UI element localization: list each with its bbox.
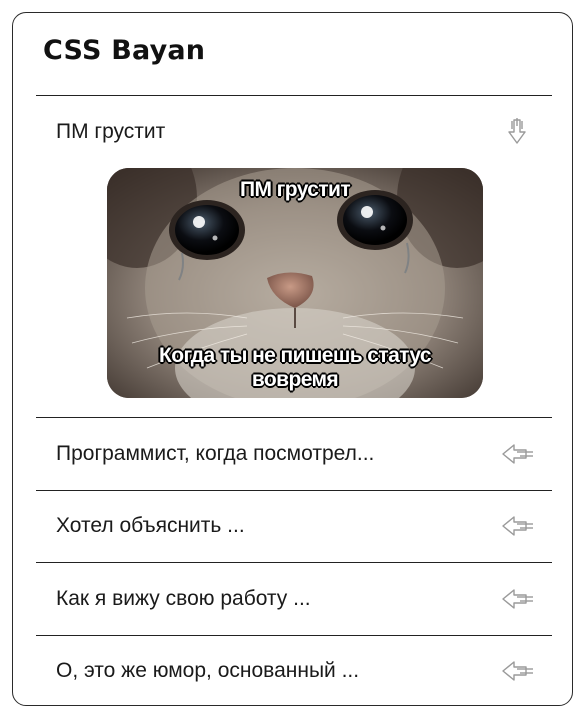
- meme-image: ПМ грустит Когда ты не пишешь статус вов…: [107, 168, 483, 398]
- accordion-item-label: Хотел объяснить ...: [56, 514, 245, 537]
- arrow-down-icon: [508, 118, 526, 144]
- arrow-left-icon: [502, 661, 533, 681]
- divider: [36, 635, 552, 636]
- arrow-left-icon: [502, 589, 533, 609]
- arrow-left-icon: [502, 516, 533, 536]
- accordion-item-label: ПМ грустит: [56, 120, 166, 143]
- meme-bottom-line-1: Когда ты не пишешь статус: [159, 344, 432, 367]
- divider: [36, 95, 552, 96]
- accordion-item[interactable]: О, это же юмор, основанный ...: [36, 641, 552, 701]
- accordion-item[interactable]: Хотел объяснить ...: [36, 496, 552, 556]
- meme-bottom-line-2: вовремя: [251, 368, 339, 391]
- divider: [36, 417, 552, 418]
- accordion-item-label: Программист, когда посмотрел...: [56, 442, 375, 465]
- divider: [36, 490, 552, 491]
- meme-top-caption: ПМ грустит: [239, 178, 351, 201]
- card-title: CSS Bayan: [43, 35, 206, 66]
- arrow-left-icon: [502, 444, 533, 464]
- accordion-item-expanded[interactable]: ПМ грустит: [36, 102, 552, 162]
- accordion-item-label: Как я вижу свою работу ...: [56, 587, 311, 610]
- meme-bottom-caption: Когда ты не пишешь статус вовремя: [107, 344, 483, 392]
- accordion-item[interactable]: Программист, когда посмотрел...: [36, 424, 552, 484]
- accordion-item-label: О, это же юмор, основанный ...: [56, 659, 360, 682]
- divider: [36, 562, 552, 563]
- accordion-item[interactable]: Как я вижу свою работу ...: [36, 569, 552, 629]
